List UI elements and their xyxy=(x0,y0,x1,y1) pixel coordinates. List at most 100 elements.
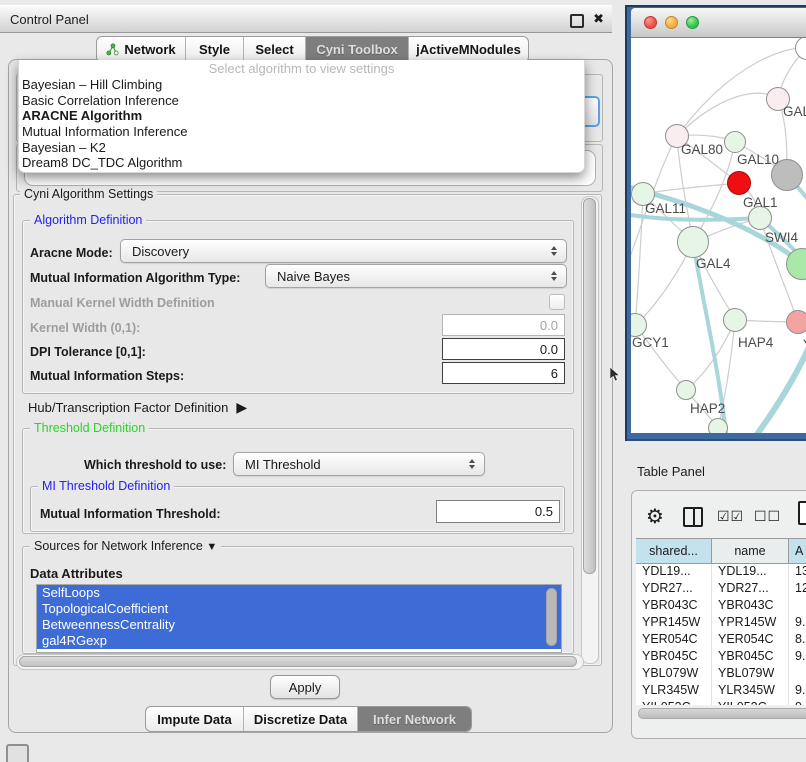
network-node[interactable] xyxy=(677,226,709,258)
table-row[interactable]: YER054CYER054C8. xyxy=(636,631,806,648)
expanded-arrow-icon: ▼ xyxy=(206,541,217,553)
cell: 12 xyxy=(789,580,806,597)
network-node[interactable] xyxy=(708,418,728,433)
aracne-mode-select[interactable]: Discovery xyxy=(120,239,567,263)
list-item[interactable]: TopologicalCoefficient xyxy=(37,601,561,617)
cell: YBL079W xyxy=(636,665,712,682)
tab-select-label: Select xyxy=(255,42,293,57)
gear-icon[interactable]: ⚙ xyxy=(646,504,664,529)
column-header-shared-name[interactable]: shared... xyxy=(636,539,712,563)
network-node[interactable] xyxy=(676,380,696,400)
settings-vscrollbar-thumb[interactable] xyxy=(583,198,596,574)
list-item[interactable]: SelfLoops xyxy=(37,585,561,601)
table-row[interactable]: YDL19...YDL19...13 xyxy=(636,563,806,580)
dropdown-option[interactable]: Basic Correlation Inference xyxy=(19,93,584,109)
data-attributes-list[interactable]: SelfLoops TopologicalCoefficient Between… xyxy=(36,584,562,653)
node-label: GAL xyxy=(783,104,806,119)
manual-kernel-checkbox[interactable] xyxy=(549,294,565,310)
tab-infer-network[interactable]: Infer Network xyxy=(358,707,471,731)
mi-threshold-label: Mutual Information Threshold: xyxy=(40,507,221,521)
hub-definition-label: Hub/Transcription Factor Definition xyxy=(28,400,228,415)
close-traffic-light-icon[interactable] xyxy=(644,16,657,29)
cell: YDR27... xyxy=(712,580,789,597)
float-window-icon[interactable] xyxy=(570,14,584,28)
table-hscrollbar-thumb[interactable] xyxy=(638,708,806,719)
dpi-tolerance-input[interactable]: 0.0 xyxy=(442,338,565,360)
cell: YDL19... xyxy=(636,563,712,580)
node-label: HAP2 xyxy=(690,401,725,416)
data-attributes-label: Data Attributes xyxy=(30,566,123,581)
table-row[interactable]: YBR045CYBR045C9. xyxy=(636,648,806,665)
table-row[interactable]: YDR27...YDR27...12 xyxy=(636,580,806,597)
table-row[interactable]: YBR043CYBR043C xyxy=(636,597,806,614)
node-label: GCY1 xyxy=(632,335,669,350)
mi-steps-input[interactable]: 6 xyxy=(442,362,565,384)
dropdown-option[interactable]: Mutual Information Inference xyxy=(19,124,584,140)
network-node[interactable] xyxy=(786,310,806,334)
column-header-name[interactable]: name xyxy=(712,539,789,563)
network-node-highlighted[interactable] xyxy=(727,171,751,195)
table-row[interactable]: YLR345WYLR345W9. xyxy=(636,682,806,699)
deselect-all-icon[interactable]: ☐☐ xyxy=(754,508,781,525)
cyni-bottom-tabbar: Impute Data Discretize Data Infer Networ… xyxy=(145,706,472,732)
network-window-titlebar[interactable] xyxy=(631,8,806,38)
network-canvas[interactable]: GAL GAL80 GAL10 GAL1 GAL11 SWI4 GAL4 GCY… xyxy=(631,38,806,433)
tab-network[interactable]: Network xyxy=(97,37,186,62)
cell xyxy=(789,665,806,682)
list-item[interactable]: BetweennessCentrality xyxy=(37,617,561,633)
dropdown-option-selected[interactable]: ARACNE Algorithm xyxy=(19,108,584,124)
zoom-traffic-light-icon[interactable] xyxy=(686,16,699,29)
apply-button[interactable]: Apply xyxy=(270,675,340,699)
dock-panel-button[interactable] xyxy=(6,744,29,762)
new-table-icon[interactable] xyxy=(798,501,806,525)
tab-discretize-data[interactable]: Discretize Data xyxy=(244,707,358,731)
table-row[interactable]: YBL079WYBL079W xyxy=(636,665,806,682)
select-all-icon[interactable]: ☑☑ xyxy=(717,508,744,525)
list-item[interactable]: gal4RGexp xyxy=(37,633,561,649)
node-label: GAL1 xyxy=(743,195,778,210)
cell: YBR043C xyxy=(712,597,789,614)
sources-title[interactable]: Sources for Network Inference ▼ xyxy=(30,540,221,554)
tab-jactivemnodules[interactable]: jActiveMNodules xyxy=(409,37,528,62)
cell: YBR043C xyxy=(636,597,712,614)
kernel-width-input[interactable]: 0.0 xyxy=(442,314,565,336)
algorithm-dropdown-placeholder: Select algorithm to view settings xyxy=(19,60,584,77)
minimize-traffic-light-icon[interactable] xyxy=(665,16,678,29)
cyni-settings-title: Cyni Algorithm Settings xyxy=(20,188,157,201)
tab-select[interactable]: Select xyxy=(244,37,306,62)
mi-algorithm-type-select[interactable]: Naive Bayes xyxy=(265,264,567,288)
mi-type-value: Naive Bayes xyxy=(277,269,350,284)
dropdown-option[interactable]: Bayesian – K2 xyxy=(19,140,584,156)
tab-cyni-toolbox[interactable]: Cyni Toolbox xyxy=(306,37,409,62)
table-row[interactable]: YIL052CYIL052C9 xyxy=(636,699,806,705)
which-threshold-select[interactable]: MI Threshold xyxy=(233,452,485,476)
cell: YPR145W xyxy=(712,614,789,631)
attributes-vscrollbar-thumb[interactable] xyxy=(546,588,557,646)
network-node[interactable] xyxy=(723,308,747,332)
which-threshold-label: Which threshold to use: xyxy=(84,458,226,472)
cell: 9. xyxy=(789,682,806,699)
control-panel-tabbar: Network Style Select Cyni Toolbox jActiv… xyxy=(96,36,529,63)
hub-definition-toggle[interactable]: Hub/Transcription Factor Definition ▶ xyxy=(28,399,247,416)
dropdown-option[interactable]: Bayesian – Hill Climbing xyxy=(19,77,584,93)
tab-style[interactable]: Style xyxy=(186,37,244,62)
table-panel-title: Table Panel xyxy=(637,464,705,479)
table-row[interactable]: YPR145WYPR145W9. xyxy=(636,614,806,631)
node-label: GAL11 xyxy=(645,201,686,216)
mouse-cursor xyxy=(610,367,622,383)
cell: 13 xyxy=(789,563,806,580)
cell: YBR045C xyxy=(712,648,789,665)
network-node[interactable] xyxy=(724,131,746,153)
split-view-icon[interactable] xyxy=(683,507,703,527)
dropdown-option[interactable]: Dream8 DC_TDC Algorithm xyxy=(19,155,584,171)
close-icon[interactable]: ✖ xyxy=(593,11,604,27)
tab-discretize-data-label: Discretize Data xyxy=(254,712,347,727)
tab-impute-data[interactable]: Impute Data xyxy=(146,707,244,731)
manual-kernel-label: Manual Kernel Width Definition xyxy=(30,296,215,310)
settings-hscrollbar-thumb[interactable] xyxy=(19,656,577,667)
node-label: SWI4 xyxy=(765,230,798,245)
node-label: HAP4 xyxy=(738,335,773,350)
column-header-clipped[interactable]: A xyxy=(789,539,806,563)
mi-threshold-input[interactable]: 0.5 xyxy=(436,500,560,523)
kernel-width-label: Kernel Width (0,1): xyxy=(30,321,140,335)
